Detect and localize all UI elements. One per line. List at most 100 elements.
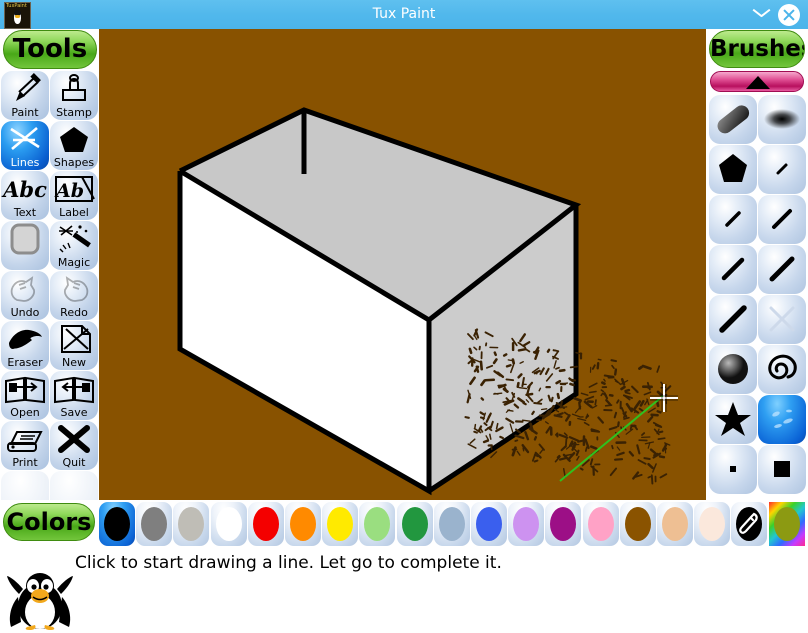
- color-swatch-yellow[interactable]: [322, 502, 359, 546]
- eraser-icon: [1, 323, 49, 355]
- color-dot: [364, 507, 391, 541]
- drawing-canvas[interactable]: [99, 29, 706, 500]
- tool-button-new[interactable]: New: [50, 321, 98, 370]
- color-swatch-cream[interactable]: [694, 502, 731, 546]
- color-dot: [513, 507, 540, 541]
- brush-button-tiny-stroke[interactable]: [758, 145, 806, 194]
- status-message: Click to start drawing a line. Let go to…: [75, 553, 502, 573]
- tool-button-label: Quit: [62, 456, 86, 469]
- brush-button-small-stroke[interactable]: [709, 195, 757, 244]
- brush-button-medium-stroke[interactable]: [758, 195, 806, 244]
- tool-button-label: Stamp: [56, 106, 92, 119]
- canvas-artwork: [177, 107, 672, 496]
- abc-text-icon: Abc: [1, 173, 49, 205]
- tool-button-print[interactable]: Print: [1, 421, 49, 470]
- color-swatch-brown[interactable]: [619, 502, 656, 546]
- brush-button-water-splash[interactable]: [758, 395, 806, 444]
- title-bar: TuxPaint Tux Paint: [0, 0, 808, 29]
- tool-button-save[interactable]: Save: [50, 371, 98, 420]
- tool-button-undo[interactable]: Undo: [1, 271, 49, 320]
- brush-button-stroke-a[interactable]: [709, 245, 757, 294]
- color-swatch-lavender[interactable]: [508, 502, 545, 546]
- tool-button-lines[interactable]: Lines: [1, 121, 49, 170]
- brush-button-sphere[interactable]: [709, 345, 757, 394]
- open-book-icon: [1, 373, 49, 405]
- tool-button-paint[interactable]: Paint: [1, 71, 49, 120]
- tool-button-shapes[interactable]: Shapes: [50, 121, 98, 170]
- color-swatch-blue[interactable]: [471, 502, 507, 546]
- tool-button-label: Undo: [10, 306, 40, 319]
- stamp-icon: [50, 73, 98, 105]
- color-swatch-orange[interactable]: [285, 502, 321, 546]
- brush-button-soft-blob[interactable]: [758, 95, 806, 144]
- chevron-down-icon[interactable]: [752, 5, 772, 25]
- tool-button-open[interactable]: Open: [1, 371, 49, 420]
- colors-header: Colors: [3, 503, 95, 541]
- color-dot: [662, 507, 688, 541]
- color-swatch-magenta[interactable]: [545, 502, 582, 546]
- tool-button-stamp[interactable]: Stamp: [50, 71, 98, 120]
- tool-button-label: Magic: [57, 256, 91, 269]
- printer-icon: [1, 423, 49, 455]
- magic-wand-icon: [50, 223, 98, 255]
- brush-button-square[interactable]: [758, 445, 806, 494]
- tools-header: Tools: [3, 30, 97, 69]
- color-swatch-color-picker[interactable]: [731, 502, 768, 546]
- color-swatch-steel-blue[interactable]: [433, 502, 470, 546]
- tool-button-label: Shapes: [53, 156, 95, 169]
- tool-button-label: Label: [59, 206, 89, 219]
- svg-text:Ab: Ab: [54, 180, 84, 202]
- fill-icon: [1, 223, 49, 255]
- color-dot: [141, 507, 168, 541]
- color-swatch-dark-grey[interactable]: [136, 502, 173, 546]
- tux-penguin-mascot: [7, 573, 73, 630]
- chevron-stroke-right: [760, 8, 771, 18]
- color-swatch-white[interactable]: [210, 502, 247, 546]
- close-icon[interactable]: [778, 4, 800, 26]
- scroll-up-arrow-icon: [746, 76, 770, 89]
- brush-button-x-cross[interactable]: [758, 295, 806, 344]
- brush-button-tiny-square[interactable]: [709, 445, 757, 494]
- color-dot: [104, 507, 130, 541]
- color-swatch-black[interactable]: [99, 502, 135, 546]
- color-dot: [624, 507, 651, 541]
- tux-paint-window: TuxPaint Tux Paint Tools Paint Stamp Lines…: [0, 0, 808, 633]
- color-swatch-red[interactable]: [247, 502, 284, 546]
- status-bar: Click to start drawing a line. Let go to…: [0, 546, 808, 633]
- brush-button-pentagon[interactable]: [709, 145, 757, 194]
- brush-button-slash[interactable]: [709, 295, 757, 344]
- color-swatch-pink[interactable]: [582, 502, 619, 546]
- tool-button-label: Eraser: [7, 356, 43, 369]
- color-swatch-light-grey[interactable]: [173, 502, 210, 546]
- brushes-header: Brushes: [709, 30, 805, 68]
- brush-button-diagonal-capsule[interactable]: [709, 95, 757, 144]
- tool-button-label[interactable]: Ab Label: [50, 171, 98, 220]
- color-swatch-tan[interactable]: [657, 502, 693, 546]
- save-book-icon: [50, 373, 98, 405]
- undo-hand-icon: [1, 273, 49, 305]
- tool-button-label: Text: [13, 206, 37, 219]
- color-dot: [327, 507, 354, 541]
- tool-button-text[interactable]: Abc Text: [1, 171, 49, 220]
- abc-label-icon: Ab: [50, 173, 98, 205]
- tool-button-eraser[interactable]: Eraser: [1, 321, 49, 370]
- tool-button-label: New: [62, 356, 86, 369]
- tool-button-magic[interactable]: Magic: [50, 221, 98, 270]
- pentagon-icon: [50, 123, 98, 155]
- color-swatch-green[interactable]: [396, 502, 433, 546]
- tool-button-fill[interactable]: [1, 221, 49, 270]
- rainbow-selected-dot: [773, 507, 800, 541]
- brushes-scroll-up-button[interactable]: [710, 71, 804, 92]
- color-dot: [587, 507, 614, 541]
- tool-button-quit[interactable]: Quit: [50, 421, 98, 470]
- tool-button-label: Open: [10, 406, 40, 419]
- color-dot: [699, 507, 726, 541]
- eyedropper-icon: [739, 512, 759, 534]
- quit-x-icon: [50, 423, 98, 455]
- color-swatch-rainbow[interactable]: [768, 502, 805, 546]
- brush-button-star[interactable]: [709, 395, 757, 444]
- brush-button-spiral[interactable]: [758, 345, 806, 394]
- brush-button-stroke-b[interactable]: [758, 245, 806, 294]
- color-swatch-light-green[interactable]: [359, 502, 396, 546]
- tool-button-redo[interactable]: Redo: [50, 271, 98, 320]
